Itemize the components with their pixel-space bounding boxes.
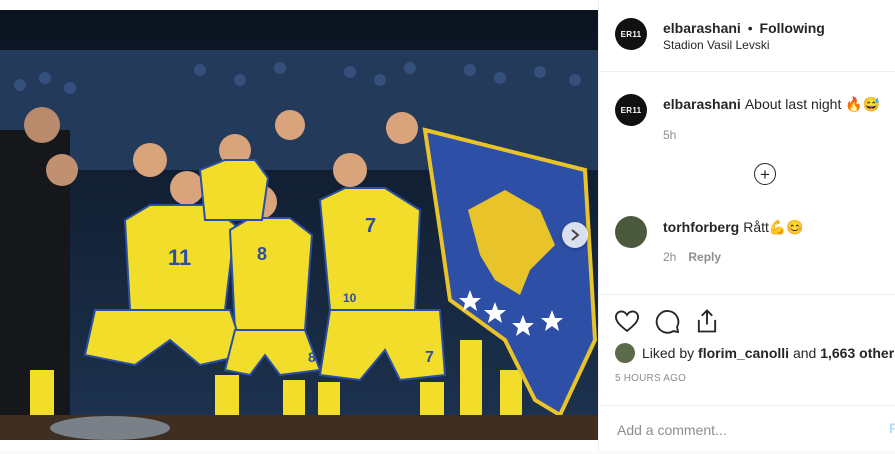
likes-count[interactable]: 1,663 others: [820, 345, 895, 361]
jersey-number-11: 11: [168, 245, 191, 270]
comment-button[interactable]: [653, 307, 681, 335]
comment-icon: [655, 310, 680, 334]
jersey-number-10: 10: [343, 291, 357, 305]
post-header: ER11 elbarashani • Following Stadion Vas…: [599, 0, 895, 72]
jersey-number-7b: 7: [425, 349, 434, 366]
post-comment-button[interactable]: P: [889, 420, 895, 436]
celebration-image: 11 8 7 7 8 10: [0, 10, 598, 440]
separator-dot: •: [747, 20, 753, 36]
add-comment-bar: P: [599, 405, 895, 454]
comment-text-line: torhforberg Rått💪😊: [663, 219, 804, 236]
chevron-right-icon: [571, 229, 580, 241]
comment-meta: 2h Reply: [663, 250, 721, 264]
commenter-avatar[interactable]: [615, 216, 647, 248]
liker-avatar[interactable]: [615, 343, 635, 363]
post-timestamp[interactable]: 5 HOURS AGO: [615, 373, 686, 384]
next-photo-button[interactable]: [562, 222, 588, 248]
like-button[interactable]: [613, 307, 641, 335]
liker-username[interactable]: florim_canolli: [698, 345, 789, 361]
caption-username[interactable]: elbarashani: [663, 96, 741, 112]
author-username[interactable]: elbarashani: [663, 20, 741, 36]
likes-summary: Liked by florim_canolli and 1,663 others: [615, 343, 895, 363]
jersey-number-8: 8: [257, 244, 267, 264]
post-photo[interactable]: 11 8 7 7 8 10: [0, 10, 598, 440]
post-sidebar: ER11 elbarashani • Following Stadion Vas…: [598, 0, 895, 451]
following-button[interactable]: Following: [760, 20, 825, 36]
post-actions: Liked by florim_canolli and 1,663 others…: [599, 294, 895, 452]
caption-comment: ER11 elbarashani About last night 🔥😅 5h: [615, 94, 880, 142]
jersey-number-8b: 8: [308, 349, 316, 365]
add-comment-input[interactable]: [615, 418, 869, 442]
jersey-number-7: 7: [365, 215, 376, 237]
caption-text-line: elbarashani About last night 🔥😅: [663, 96, 880, 113]
comment-time[interactable]: 2h: [663, 250, 676, 264]
comment-text: Rått💪😊: [743, 219, 804, 235]
caption-time[interactable]: 5h: [663, 128, 676, 142]
likes-prefix: Liked by: [642, 345, 695, 361]
share-icon: [697, 309, 717, 333]
load-more-comments-button[interactable]: +: [754, 163, 776, 185]
reply-button[interactable]: Reply: [688, 250, 721, 264]
author-avatar[interactable]: ER11: [615, 18, 647, 50]
caption-avatar[interactable]: ER11: [615, 94, 647, 126]
post-location[interactable]: Stadion Vasil Levski: [663, 38, 770, 52]
comment-item: torhforberg Rått💪😊 2h Reply: [615, 216, 804, 264]
comments-list[interactable]: ER11 elbarashani About last night 🔥😅 5h +…: [599, 72, 895, 294]
caption-text: About last night 🔥😅: [744, 96, 881, 112]
likes-middle: and: [792, 345, 817, 361]
share-button[interactable]: [693, 307, 721, 335]
commenter-username[interactable]: torhforberg: [663, 219, 739, 235]
heart-icon: [614, 310, 640, 333]
author-line: elbarashani • Following: [663, 20, 825, 36]
instagram-post: 11 8 7 7 8 10 ER11 elbarashani • Followi…: [0, 0, 895, 451]
